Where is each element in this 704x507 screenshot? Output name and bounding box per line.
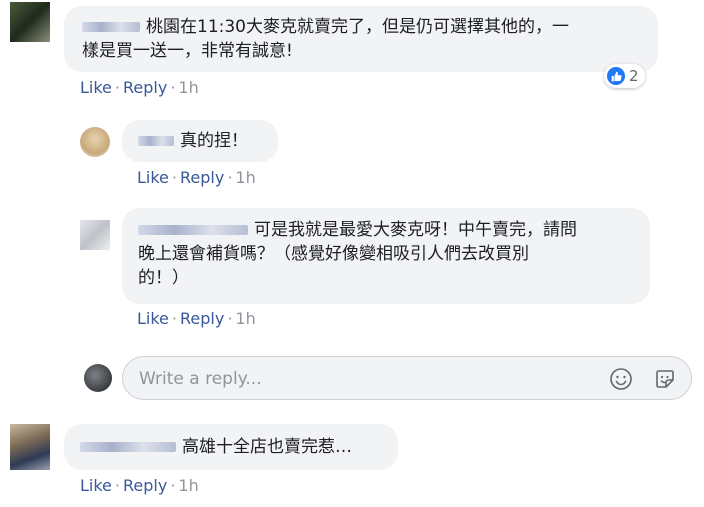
comment-bubble: 真的捏！: [122, 120, 278, 162]
blurred-author-name[interactable]: [138, 136, 174, 146]
timestamp[interactable]: 1h: [235, 309, 255, 328]
avatar[interactable]: [80, 220, 110, 250]
comment-text-line: 的！）: [138, 268, 189, 288]
comment-bubble: 可是我就是最愛大麥克呀！中午賣完，請問 晚上還會補貨嗎？（感覺好像變相吸引人們去…: [122, 208, 650, 304]
blurred-author-name[interactable]: [80, 442, 176, 452]
blurred-author-name[interactable]: [138, 225, 248, 235]
comment-actions: Like · Reply · 1h: [80, 476, 199, 495]
like-link[interactable]: Like: [137, 309, 169, 328]
avatar[interactable]: [80, 127, 110, 157]
reply-link[interactable]: Reply: [123, 476, 167, 495]
comment-actions: Like · Reply · 1h: [80, 78, 199, 97]
like-link[interactable]: Like: [80, 476, 112, 495]
thumbs-up-icon: [607, 67, 625, 85]
like-link[interactable]: Like: [137, 168, 169, 187]
timestamp[interactable]: 1h: [235, 168, 255, 187]
reply-link[interactable]: Reply: [180, 168, 224, 187]
reply-link[interactable]: Reply: [123, 78, 167, 97]
reply-input[interactable]: [137, 366, 581, 392]
reply-composer[interactable]: [122, 356, 692, 400]
reaction-count-badge[interactable]: 2: [604, 64, 645, 88]
timestamp[interactable]: 1h: [178, 78, 198, 97]
reply-link[interactable]: Reply: [180, 309, 224, 328]
avatar[interactable]: [10, 424, 50, 470]
comment-bubble: 高雄十全店也賣完惹…: [64, 424, 398, 470]
comment-text-line: 樣是買一送一，非常有誠意!: [82, 41, 293, 61]
reaction-count: 2: [629, 67, 639, 85]
comment-actions: Like · Reply · 1h: [137, 309, 256, 328]
sticker-icon[interactable]: [653, 367, 677, 391]
comment-actions: Like · Reply · 1h: [137, 168, 256, 187]
timestamp[interactable]: 1h: [178, 476, 198, 495]
comment-text-line: 可是我就是最愛大麥克呀！中午賣完，請問: [138, 218, 636, 242]
comment-bubble: 桃園在11:30大麥克就賣完了，但是仍可選擇其他的，一 樣是買一送一，非常有誠意…: [64, 6, 658, 72]
avatar[interactable]: [10, 2, 50, 42]
comment-text-line: 桃園在11:30大麥克就賣完了，但是仍可選擇其他的，一: [82, 15, 644, 39]
like-link[interactable]: Like: [80, 78, 112, 97]
comment-text-line: 晚上還會補貨嗎？（感覺好像變相吸引人們去改買別: [138, 244, 529, 264]
smiley-icon[interactable]: [609, 367, 633, 391]
current-user-avatar: [84, 364, 112, 392]
blurred-author-name[interactable]: [82, 22, 140, 32]
